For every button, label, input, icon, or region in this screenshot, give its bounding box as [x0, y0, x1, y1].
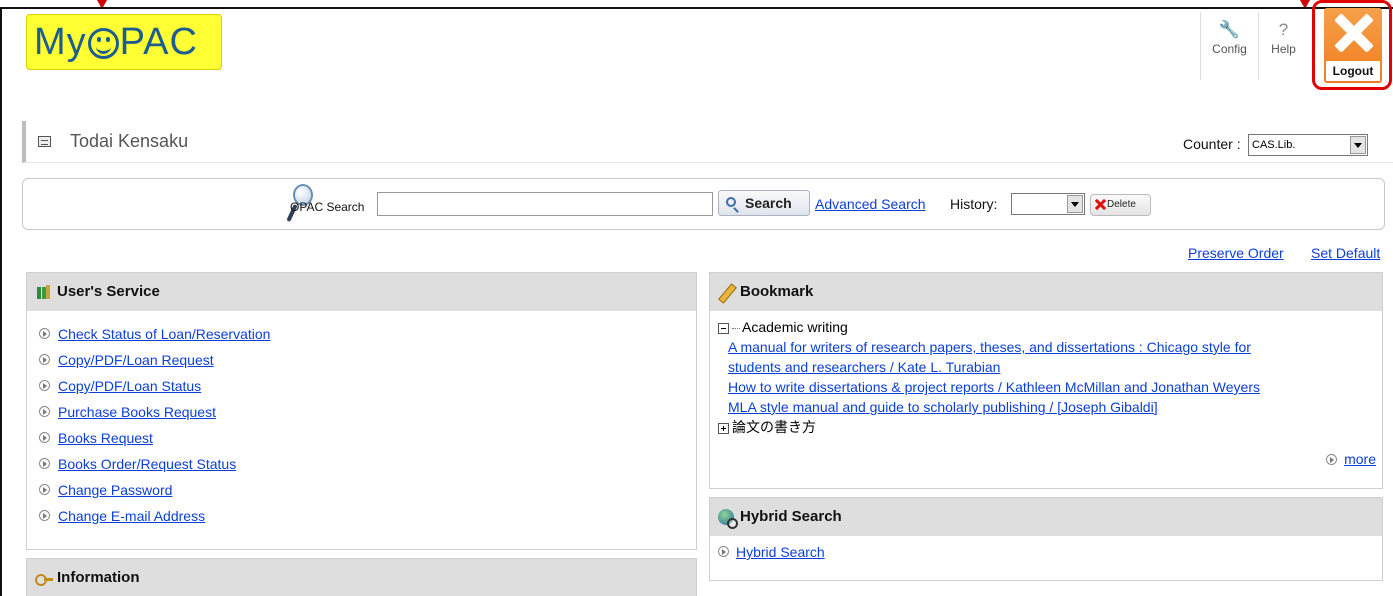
smiley-o-icon	[87, 27, 119, 59]
arrow-circle-icon	[39, 432, 50, 443]
expand-icon[interactable]	[718, 422, 729, 434]
list-item: Copy/PDF/Loan Status	[35, 373, 696, 399]
logout-label: Logout	[1326, 61, 1380, 81]
bookmark-title: Bookmark	[740, 283, 814, 300]
information-title: Information	[57, 569, 140, 586]
history-label: History:	[950, 196, 998, 212]
chevron-down-icon	[1350, 136, 1366, 154]
arrow-circle-icon	[39, 380, 50, 391]
service-link[interactable]: Copy/PDF/Loan Status	[58, 378, 201, 394]
close-x-icon	[1332, 12, 1374, 54]
counter-select[interactable]: CAS.Lib.	[1248, 134, 1368, 156]
users-service-header: User's Service	[27, 273, 696, 311]
chevron-down-icon	[1067, 195, 1083, 213]
config-label: Config	[1212, 42, 1247, 56]
service-link[interactable]: Books Request	[58, 430, 153, 446]
bookmark-item: A manual for writers of research papers,…	[718, 337, 1260, 357]
more-link-row: more	[1326, 451, 1376, 467]
window-icon	[38, 136, 51, 147]
bookmark-panel: Bookmark Academic writing A manual for w…	[709, 272, 1383, 489]
bookmark-link[interactable]: MLA style manual and guide to scholarly …	[728, 399, 1158, 415]
bookmark-link[interactable]: A manual for writers of research papers,…	[728, 339, 1251, 355]
search-input[interactable]	[377, 192, 713, 216]
books-icon	[35, 284, 51, 300]
arrow-circle-icon	[39, 458, 50, 469]
logout-button[interactable]: Logout	[1324, 8, 1382, 83]
preserve-order-link[interactable]: Preserve Order	[1188, 245, 1284, 261]
information-header: Information	[27, 559, 696, 596]
service-link[interactable]: Books Order/Request Status	[58, 456, 236, 472]
help-label: Help	[1271, 42, 1296, 56]
service-link[interactable]: Change E-mail Address	[58, 508, 205, 524]
search-button[interactable]: Search	[718, 190, 810, 216]
globe-search-icon	[718, 509, 738, 529]
set-default-link[interactable]: Set Default	[1311, 245, 1380, 261]
service-link[interactable]: Change Password	[58, 482, 172, 498]
bookmark-tree: Academic writing A manual for writers of…	[718, 317, 1260, 437]
arrow-circle-icon	[1326, 454, 1338, 465]
hybrid-search-header: Hybrid Search	[710, 498, 1382, 536]
bookmark-header: Bookmark	[710, 273, 1382, 311]
service-link[interactable]: Check Status of Loan/Reservation	[58, 326, 270, 342]
advanced-search-link[interactable]: Advanced Search	[815, 196, 926, 212]
pencil-icon	[718, 284, 734, 300]
tree-connector	[732, 327, 740, 329]
bookmark-link[interactable]: How to write dissertations & project rep…	[728, 379, 1260, 395]
users-service-panel: User's Service Check Status of Loan/Rese…	[26, 272, 697, 550]
users-service-title: User's Service	[57, 283, 160, 300]
service-list: Check Status of Loan/Reservation Copy/PD…	[27, 311, 696, 529]
search-icon	[726, 197, 736, 207]
hybrid-search-title: Hybrid Search	[740, 508, 842, 525]
wrench-icon: 🔧	[1218, 20, 1241, 39]
collapse-icon[interactable]	[718, 322, 729, 334]
bookmark-item: How to write dissertations & project rep…	[718, 377, 1260, 397]
list-item: Change Password	[35, 477, 696, 503]
hybrid-search-panel: Hybrid Search Hybrid Search	[709, 497, 1383, 581]
tree-folder-closed[interactable]: 論文の書き方	[718, 417, 1260, 437]
list-item: Purchase Books Request	[35, 399, 696, 425]
arrow-circle-icon	[718, 546, 729, 557]
folder-label: 論文の書き方	[732, 419, 816, 435]
myopac-logo[interactable]: My PAC	[26, 14, 222, 70]
service-link[interactable]: Purchase Books Request	[58, 404, 216, 420]
bookmark-item: MLA style manual and guide to scholarly …	[718, 397, 1260, 417]
search-button-label: Search	[745, 195, 792, 211]
question-icon: ?	[1278, 20, 1289, 39]
more-link[interactable]: more	[1344, 451, 1376, 467]
logout-highlight: Logout	[1312, 0, 1392, 90]
delete-button[interactable]: Delete	[1090, 194, 1151, 216]
help-button[interactable]: ? Help	[1258, 12, 1308, 80]
arrow-circle-icon	[39, 328, 50, 339]
arrow-circle-icon	[39, 406, 50, 417]
arrow-circle-icon	[39, 354, 50, 365]
list-item: Books Request	[35, 425, 696, 451]
counter-value: CAS.Lib.	[1252, 139, 1296, 151]
config-button[interactable]: 🔧 Config	[1200, 12, 1258, 80]
folder-label: Academic writing	[742, 319, 848, 335]
information-panel: Information	[26, 558, 697, 596]
delete-x-icon	[1095, 199, 1106, 210]
hybrid-link-row: Hybrid Search	[718, 542, 825, 562]
bookmark-link[interactable]: students and researchers / Kate L. Turab…	[728, 359, 1000, 375]
history-select[interactable]	[1011, 193, 1085, 215]
list-item: Check Status of Loan/Reservation	[35, 321, 696, 347]
delete-label: Delete	[1107, 199, 1136, 210]
counter-label: Counter :	[1183, 136, 1241, 152]
page-title: Todai Kensaku	[70, 131, 189, 151]
service-link[interactable]: Copy/PDF/Loan Request	[58, 352, 214, 368]
arrow-circle-icon	[39, 510, 50, 521]
list-item: Change E-mail Address	[35, 503, 696, 529]
opac-search-label: OPAC Search	[290, 200, 365, 214]
logo-text: My PAC	[34, 20, 198, 63]
list-item: Books Order/Request Status	[35, 451, 696, 477]
key-icon	[35, 570, 53, 586]
arrow-circle-icon	[39, 484, 50, 495]
hybrid-search-link[interactable]: Hybrid Search	[736, 544, 825, 560]
list-item: Copy/PDF/Loan Request	[35, 347, 696, 373]
tree-folder-open[interactable]: Academic writing	[718, 317, 1260, 337]
bookmark-item: students and researchers / Kate L. Turab…	[718, 357, 1260, 377]
